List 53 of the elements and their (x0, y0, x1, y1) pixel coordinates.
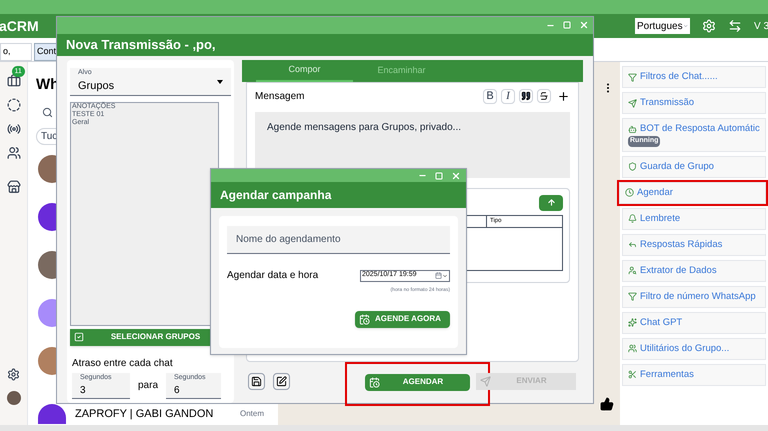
sidebar-item[interactable]: Guarda de Grupo (622, 156, 766, 178)
status-icon[interactable] (6, 98, 20, 112)
message-field[interactable]: Agende mensagens para Grupos, privado... (255, 112, 570, 178)
datetime-label: Agendar data e hora (227, 269, 318, 283)
chat-name: ZAPROFY | GABI GANDON (75, 407, 214, 422)
send-icon (480, 376, 491, 386)
dropdown-icon (217, 80, 223, 84)
calendar-clock-icon (359, 314, 370, 324)
format-button[interactable]: I (501, 88, 515, 104)
format-button[interactable]: B (483, 88, 497, 104)
communities-icon[interactable] (6, 146, 20, 160)
edit-icon[interactable] (273, 372, 290, 390)
checkbox-icon (74, 332, 84, 342)
sidebar-item[interactable]: Filtros de Chat...... (622, 66, 766, 88)
thumbs-up-icon[interactable] (600, 397, 614, 411)
schedule-button[interactable]: AGENDAR (365, 374, 470, 390)
upload-button[interactable] (539, 194, 563, 210)
delay-label: Atraso entre cada chat (72, 356, 174, 370)
calendar-clock-icon (369, 376, 380, 388)
sidebar-item[interactable]: Utilitários do Grupo... (622, 338, 766, 360)
calendar-icon[interactable] (435, 272, 442, 279)
dialog-title: Agendar campanha (220, 187, 332, 204)
chevron-down-icon[interactable] (442, 272, 448, 278)
sidebar-item[interactable]: Chat GPT (622, 312, 766, 334)
settings-icon[interactable] (7, 368, 20, 381)
sidebar-item[interactable]: Transmissão (622, 92, 766, 114)
search-icon[interactable] (42, 106, 53, 118)
profile-avatar[interactable] (6, 391, 20, 405)
sidebar-item[interactable]: Lembrete (622, 208, 766, 230)
sidebar-item[interactable]: Filtro de número WhatsApp (622, 286, 766, 308)
sidebar-item[interactable]: Respostas Rápidas (622, 234, 766, 256)
arrow-up-icon (546, 198, 556, 207)
sidebar-item[interactable]: Extrator de Dados (622, 260, 766, 282)
strikethrough-icon[interactable] (537, 89, 551, 103)
compose-tab[interactable]: Encaminhar (353, 60, 450, 82)
schedule-name-field[interactable]: Nome do agendamento (227, 226, 450, 254)
sidebar-item[interactable]: Ferramentas (622, 364, 766, 386)
store-icon[interactable] (6, 180, 20, 194)
channels-icon[interactable] (6, 122, 20, 136)
chevron-down-icon (682, 22, 688, 30)
dialog-title: Nova Transmissão - ,po, (66, 36, 216, 54)
language-select[interactable]: Portugues (635, 18, 690, 34)
chat-time: Ontem (240, 408, 264, 420)
range-separator: para (138, 379, 158, 394)
quote-icon[interactable] (519, 89, 533, 103)
save-icon[interactable] (248, 372, 265, 390)
group-avatar (38, 404, 66, 424)
browser-tab[interactable]: o, (0, 43, 32, 61)
message-label: Mensagem (255, 90, 304, 104)
swap-icon[interactable] (728, 19, 742, 33)
schedule-now-button[interactable]: AGENDE AGORA (355, 310, 450, 328)
sidebar-item[interactable]: Agendar (619, 182, 766, 204)
add-icon[interactable] (557, 90, 570, 102)
